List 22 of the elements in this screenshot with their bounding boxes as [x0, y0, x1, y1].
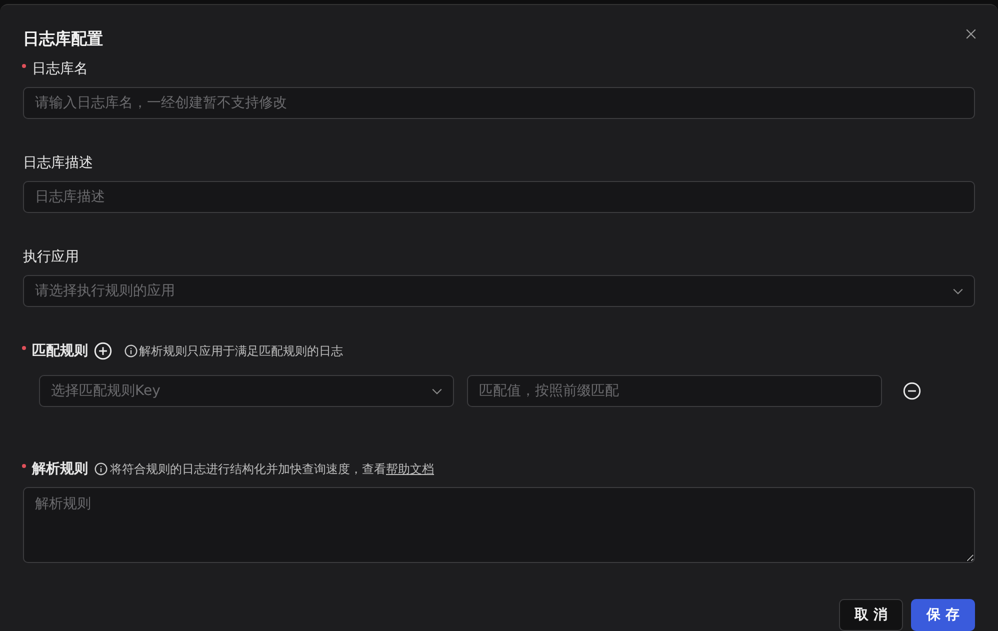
hint-text: 解析规则只应用于满足匹配规则的日志 [139, 343, 343, 360]
add-icon[interactable] [94, 342, 112, 360]
field-label: 日志库描述 [23, 154, 93, 173]
hint-text: 将符合规则的日志进行结构化并加快查询速度，查看帮助文档 [110, 461, 434, 478]
text-field[interactable]: 请输入日志库名，一经创建暂不支持修改 [23, 87, 975, 119]
remove-icon[interactable] [903, 382, 921, 400]
field-label: 解析规则 [32, 460, 88, 479]
text-field[interactable]: 日志库描述 [23, 181, 975, 213]
dialog-title: 日志库配置 [23, 28, 103, 50]
info-icon [124, 344, 138, 358]
field-label: 匹配规则 [32, 342, 88, 361]
close-icon [964, 27, 978, 41]
text-field[interactable]: 匹配值，按照前缀匹配 [467, 375, 882, 407]
cancel-button[interactable]: 取 消 [839, 599, 903, 631]
help-link[interactable]: 帮助文档 [386, 462, 434, 476]
field-label: 执行应用 [23, 248, 79, 267]
select-field[interactable]: 选择匹配规则Key [39, 375, 454, 407]
select-field[interactable]: 请选择执行规则的应用 [23, 275, 975, 307]
field-label: 日志库名 [32, 60, 88, 79]
save-button[interactable]: 保 存 [911, 599, 975, 631]
info-icon [94, 462, 108, 476]
text-area[interactable]: 解析规则 [23, 487, 975, 563]
